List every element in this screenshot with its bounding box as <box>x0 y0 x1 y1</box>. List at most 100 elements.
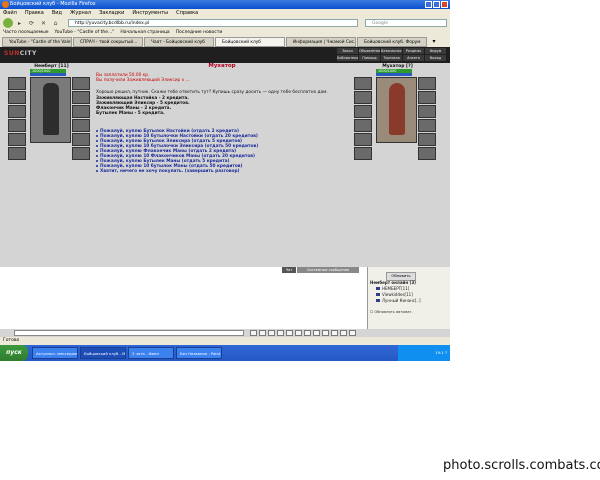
dialog-option-exit[interactable]: Хватит, ничего не хочу покупать. (заверш… <box>96 169 240 174</box>
nav-item[interactable]: Выход <box>425 55 446 61</box>
taskbar-item[interactable]: Актуальн. месседжи... <box>32 347 78 359</box>
equipment-slot[interactable] <box>354 147 372 160</box>
search-input[interactable]: Google <box>365 19 447 27</box>
taskbar-item[interactable]: 3 чата - Фаен <box>128 347 174 359</box>
npc-greeting: Хорошо решил, путник. Скажи тебе ответит… <box>96 90 328 95</box>
nav-item[interactable]: Закон <box>337 48 358 54</box>
nav-item[interactable]: Объявления <box>359 48 380 54</box>
bookmark-item[interactable]: Начальная страница <box>120 29 169 37</box>
chat-tool-button[interactable] <box>250 330 257 336</box>
chat-tool-button[interactable] <box>277 330 284 336</box>
nav-item[interactable]: Библиотека <box>337 55 358 61</box>
browser-tab[interactable]: Чаат - Бойцовский клуб <box>144 37 214 47</box>
chat-tool-button[interactable] <box>286 330 293 336</box>
equipment-slot[interactable] <box>354 91 372 104</box>
chat-input[interactable] <box>14 330 244 336</box>
equipment-slot[interactable] <box>418 133 436 146</box>
reload-icon[interactable]: ⟳ <box>28 20 35 27</box>
status-bar: Готово <box>0 337 450 345</box>
npc-dialog: Мухатор Вы заплатили 50.00 кр. Вы получи… <box>94 63 350 267</box>
chat-tool-button[interactable] <box>349 330 356 336</box>
back-button[interactable] <box>3 18 13 28</box>
equipment-slot[interactable] <box>72 91 90 104</box>
bookmark-item[interactable]: Часто посещаемые <box>3 29 49 37</box>
menu-help[interactable]: Справка <box>176 9 198 17</box>
nav-item[interactable]: Торговля <box>381 55 402 61</box>
chat-tool-button[interactable] <box>331 330 338 336</box>
url-bar[interactable]: http://yuvacity.bcdlbb.ru/index.pl <box>68 19 358 27</box>
close-button[interactable] <box>441 1 448 8</box>
equipment-slot[interactable] <box>72 147 90 160</box>
browser-tab[interactable]: СПРАЧ - твой сокрытый... <box>73 37 143 47</box>
home-icon[interactable]: ⌂ <box>52 20 59 27</box>
npc-panel: Мухатор [?] 1000/1000 <box>350 64 445 161</box>
equipment-slot[interactable] <box>354 133 372 146</box>
npc-name: Мухатор <box>208 63 236 69</box>
chat-tool-button[interactable] <box>268 330 275 336</box>
equipment-slot[interactable] <box>418 77 436 90</box>
equipment-slot[interactable] <box>354 77 372 90</box>
tab-chat[interactable]: Чат <box>282 267 296 273</box>
list-all-tabs-icon[interactable]: ▾ <box>428 37 440 47</box>
equipment-slot[interactable] <box>8 133 26 146</box>
equipment-slot[interactable] <box>418 91 436 104</box>
auto-update-checkbox[interactable]: ☐ Обновлять автомат. <box>370 310 413 314</box>
chat-tool-button[interactable] <box>295 330 302 336</box>
equipment-slot[interactable] <box>72 105 90 118</box>
tab-system-messages[interactable]: Системные сообщения <box>297 267 359 273</box>
maximize-button[interactable] <box>433 1 440 8</box>
npc-avatar <box>376 77 417 143</box>
game-logo[interactable]: SUNCITY <box>4 50 37 57</box>
menu-history[interactable]: Журнал <box>70 9 91 17</box>
online-user[interactable]: Viewkiddes[11] <box>376 292 413 297</box>
equipment-slot[interactable] <box>8 105 26 118</box>
menu-bookmarks[interactable]: Закладки <box>99 9 124 17</box>
chat-tool-button[interactable] <box>304 330 311 336</box>
equipment-slot[interactable] <box>354 105 372 118</box>
minimize-button[interactable] <box>425 1 432 8</box>
menu-edit[interactable]: Правка <box>25 9 44 17</box>
taskbar-item[interactable]: Без Названия - Paint <box>176 347 222 359</box>
menu-view[interactable]: Вид <box>52 9 62 17</box>
equipment-slot[interactable] <box>354 119 372 132</box>
equipment-slot[interactable] <box>72 133 90 146</box>
nav-item[interactable]: Разделы <box>403 48 424 54</box>
game-area: Немберт [11] 1000/1000 Мухатор Вы заплат… <box>0 63 450 267</box>
equipment-slot[interactable] <box>418 147 436 160</box>
bookmark-item[interactable]: Последние новости <box>176 29 223 37</box>
nav-item[interactable]: Помощь <box>359 55 380 61</box>
browser-window: Бойцовский клуб - Mozilla Firefox Файл П… <box>0 0 450 361</box>
clan-icon <box>376 287 380 290</box>
equipment-slot[interactable] <box>72 119 90 132</box>
equipment-slot[interactable] <box>418 105 436 118</box>
menu-tools[interactable]: Инструменты <box>132 9 168 17</box>
equipment-slot[interactable] <box>8 147 26 160</box>
bookmark-item[interactable]: YouTube - "Castle of the..." <box>55 29 115 37</box>
online-user[interactable]: НЕМБЕРТ[11] <box>376 286 409 291</box>
nav-item[interactable]: Анкета <box>403 55 424 61</box>
clan-icon <box>376 299 380 302</box>
nav-item[interactable]: Форум <box>425 48 446 54</box>
equipment-slot[interactable] <box>8 119 26 132</box>
start-button[interactable]: пуск <box>0 345 28 361</box>
chat-tool-button[interactable] <box>259 330 266 336</box>
equipment-slot[interactable] <box>8 91 26 104</box>
forward-button[interactable]: ▸ <box>16 20 23 27</box>
stop-icon[interactable]: ✕ <box>40 20 47 27</box>
online-user[interactable]: Лунный Кинанс[..] <box>376 298 421 303</box>
equipment-slot[interactable] <box>418 119 436 132</box>
equipment-slot[interactable] <box>72 77 90 90</box>
nav-item[interactable]: Безопасность <box>381 48 402 54</box>
menu-file[interactable]: Файл <box>3 9 17 17</box>
chat-tool-button[interactable] <box>313 330 320 336</box>
browser-tab-active[interactable]: Бойцовский клуб <box>215 37 285 47</box>
game-header: SUNCITY Закон Объявления Безопасность Ра… <box>0 47 450 63</box>
chat-tool-button[interactable] <box>340 330 347 336</box>
browser-tab[interactable]: Информация | Чжамой Сис... <box>286 37 356 47</box>
equipment-slot[interactable] <box>8 77 26 90</box>
taskbar-item-active[interactable]: Бойцовский клуб - M <box>80 347 126 359</box>
browser-tab[interactable]: YouTube - "Castle of the Vale" <box>2 37 72 47</box>
chat-tool-button[interactable] <box>322 330 329 336</box>
browser-tab[interactable]: Бойцовский клуб. Форум <box>357 37 427 47</box>
game-nav: Закон Объявления Безопасность Разделы Фо… <box>337 48 446 61</box>
